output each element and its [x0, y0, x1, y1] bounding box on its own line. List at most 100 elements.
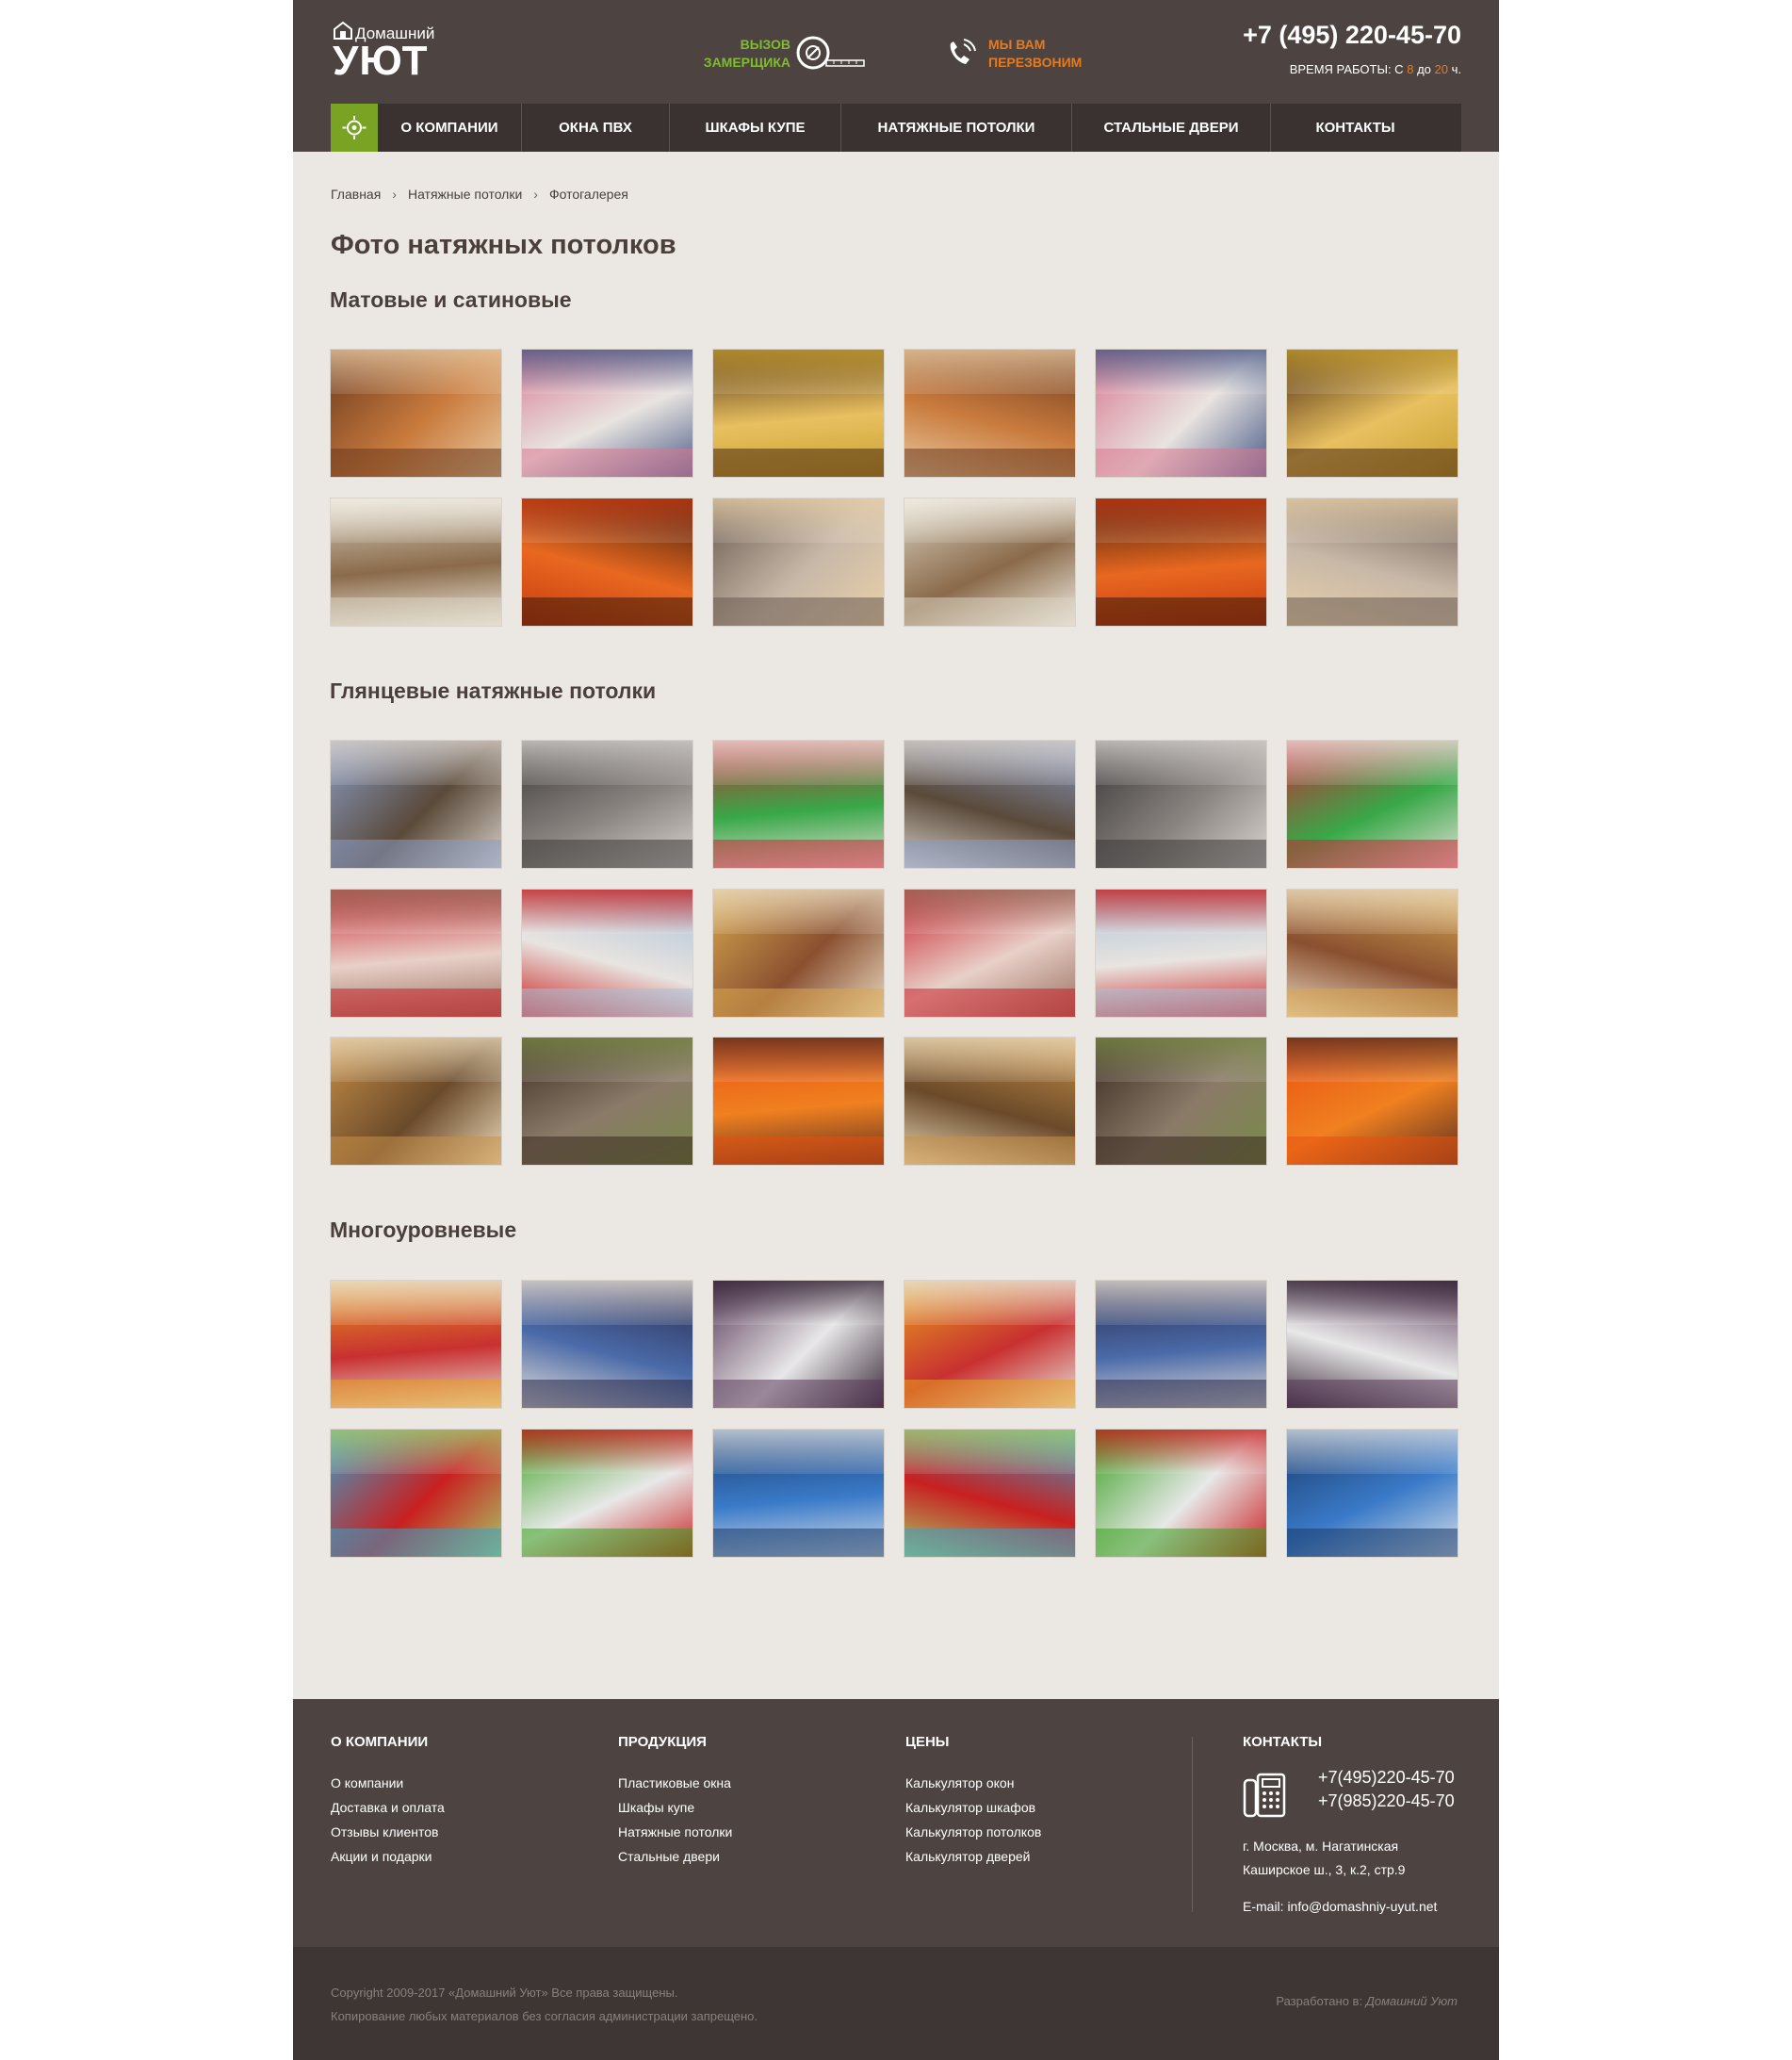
- footer-link[interactable]: Стальные двери: [618, 1844, 732, 1869]
- photo-ceiling-shape: [522, 890, 692, 935]
- tape-measure-icon: [796, 36, 865, 70]
- gallery-thumbnail[interactable]: [1286, 1037, 1458, 1166]
- photo-floor-shape: [522, 840, 692, 868]
- gallery-thumbnail[interactable]: [904, 1429, 1076, 1558]
- chevron-right-icon: ›: [392, 187, 397, 202]
- footer-link[interactable]: Натяжные потолки: [618, 1820, 732, 1844]
- gallery-thumbnail[interactable]: [1095, 889, 1267, 1018]
- gallery-thumbnail[interactable]: [1095, 1037, 1267, 1166]
- gallery-thumbnail[interactable]: [330, 498, 502, 627]
- gallery-thumbnail[interactable]: [330, 1037, 502, 1166]
- photo-floor-shape: [1287, 449, 1458, 477]
- gallery-thumbnail[interactable]: [1095, 1280, 1267, 1409]
- photo-floor-shape: [331, 1380, 501, 1408]
- footer-link[interactable]: Пластиковые окна: [618, 1771, 732, 1795]
- gallery-thumbnail[interactable]: [1095, 498, 1267, 627]
- footer-col-products: Продукция Пластиковые окна Шкафы купе На…: [618, 1734, 732, 1869]
- gallery-thumbnail[interactable]: [904, 889, 1076, 1018]
- nav-item-windows[interactable]: Окна ПВХ: [522, 104, 670, 152]
- gallery-thumbnail[interactable]: [1286, 1280, 1458, 1409]
- gallery-thumbnail[interactable]: [712, 740, 885, 869]
- photo-floor-shape: [522, 1529, 692, 1557]
- gallery-thumbnail[interactable]: [904, 498, 1076, 627]
- footer-divider: [1192, 1737, 1193, 1912]
- logo-big-text: УЮТ: [333, 38, 429, 84]
- gallery-thumbnail[interactable]: [904, 740, 1076, 869]
- photo-ceiling-shape: [1287, 350, 1458, 395]
- gallery-thumbnail[interactable]: [712, 349, 885, 478]
- gallery-thumbnail[interactable]: [904, 1280, 1076, 1409]
- photo-ceiling-shape: [522, 1281, 692, 1326]
- breadcrumb-home[interactable]: Главная: [331, 187, 381, 202]
- gallery-thumbnail[interactable]: [521, 1429, 693, 1558]
- developer-link[interactable]: Домашний Уют: [1366, 1994, 1458, 2008]
- gallery-thumbnail[interactable]: [521, 1280, 693, 1409]
- gallery-thumbnail[interactable]: [330, 1429, 502, 1558]
- footer-phone-1[interactable]: +7(495)220-45-70: [1318, 1768, 1455, 1788]
- nav-item-contacts[interactable]: Контакты: [1271, 104, 1440, 152]
- nav-item-doors[interactable]: Стальные двери: [1072, 104, 1271, 152]
- nav-item-wardrobes[interactable]: Шкафы купе: [670, 104, 841, 152]
- footer-phone-2[interactable]: +7(985)220-45-70: [1318, 1791, 1455, 1811]
- call-measurer-link[interactable]: Вызов замерщика: [687, 32, 866, 79]
- footer-link[interactable]: Отзывы клиентов: [331, 1820, 445, 1844]
- gallery-thumbnail[interactable]: [521, 498, 693, 627]
- gallery-thumbnail[interactable]: [330, 349, 502, 478]
- developer-credit: Разработано в: Домашний Уют: [1276, 1994, 1458, 2008]
- gallery-thumbnail[interactable]: [330, 740, 502, 869]
- gallery-thumbnail[interactable]: [1095, 740, 1267, 869]
- gallery-thumbnail[interactable]: [330, 889, 502, 1018]
- footer-link[interactable]: Шкафы купе: [618, 1795, 732, 1820]
- gallery-thumbnail[interactable]: [712, 498, 885, 627]
- gallery-thumbnail[interactable]: [904, 1037, 1076, 1166]
- photo-floor-shape: [713, 989, 884, 1017]
- gallery-thumbnail[interactable]: [712, 1037, 885, 1166]
- footer-link[interactable]: Калькулятор шкафов: [905, 1795, 1041, 1820]
- gallery-thumbnail[interactable]: [904, 349, 1076, 478]
- gallery-thumbnail[interactable]: [1286, 889, 1458, 1018]
- photo-ceiling-shape: [1287, 741, 1458, 786]
- gallery-thumbnail[interactable]: [1095, 1429, 1267, 1558]
- gallery-thumbnail[interactable]: [1286, 498, 1458, 627]
- nav-item-company[interactable]: О компании: [378, 104, 522, 152]
- photo-ceiling-shape: [1096, 741, 1266, 786]
- footer-link[interactable]: О компании: [331, 1771, 445, 1795]
- photo-floor-shape: [1287, 597, 1458, 626]
- header-phone[interactable]: +7 (495) 220-45-70: [1243, 21, 1461, 50]
- gallery-thumbnail[interactable]: [712, 889, 885, 1018]
- photo-ceiling-shape: [713, 1038, 884, 1083]
- gallery-thumbnail[interactable]: [712, 1280, 885, 1409]
- measure-line2: замерщика: [703, 55, 790, 70]
- gallery-thumbnail[interactable]: [1286, 740, 1458, 869]
- photo-floor-shape: [1096, 1136, 1266, 1165]
- desk-phone-icon: [1243, 1773, 1286, 1818]
- callback-link[interactable]: Мы вам перезвоним: [943, 32, 1113, 79]
- photo-ceiling-shape: [1287, 1038, 1458, 1083]
- nav-home-button[interactable]: [331, 104, 378, 152]
- copyright-line-2: Копирование любых материалов без согласи…: [331, 2009, 758, 2023]
- gallery-thumbnail[interactable]: [521, 740, 693, 869]
- photo-ceiling-shape: [1096, 350, 1266, 395]
- photo-floor-shape: [1287, 1136, 1458, 1165]
- gallery-thumbnail[interactable]: [330, 1280, 502, 1409]
- footer-link[interactable]: Калькулятор окон: [905, 1771, 1041, 1795]
- gallery-thumbnail[interactable]: [1286, 1429, 1458, 1558]
- footer-link[interactable]: Калькулятор дверей: [905, 1844, 1041, 1869]
- photo-ceiling-shape: [1096, 1430, 1266, 1475]
- footer-link[interactable]: Калькулятор потолков: [905, 1820, 1041, 1844]
- gallery-thumbnail[interactable]: [1286, 349, 1458, 478]
- gallery-thumbnail[interactable]: [712, 1429, 885, 1558]
- footer-link[interactable]: Доставка и оплата: [331, 1795, 445, 1820]
- logo[interactable]: Домашний УЮТ: [333, 21, 455, 87]
- photo-floor-shape: [522, 597, 692, 626]
- gallery-thumbnail[interactable]: [521, 1037, 693, 1166]
- gallery-thumbnail[interactable]: [1095, 349, 1267, 478]
- footer-link[interactable]: Акции и подарки: [331, 1844, 445, 1869]
- breadcrumb-ceilings[interactable]: Натяжные потолки: [408, 187, 522, 202]
- nav-item-ceilings[interactable]: Натяжные потолки: [841, 104, 1072, 152]
- photo-ceiling-shape: [1287, 1430, 1458, 1475]
- gallery-thumbnail[interactable]: [521, 349, 693, 478]
- footer-email[interactable]: E-mail: info@domashniy-uyut.net: [1243, 1899, 1437, 1914]
- gallery-thumbnail[interactable]: [521, 889, 693, 1018]
- photo-floor-shape: [1287, 1529, 1458, 1557]
